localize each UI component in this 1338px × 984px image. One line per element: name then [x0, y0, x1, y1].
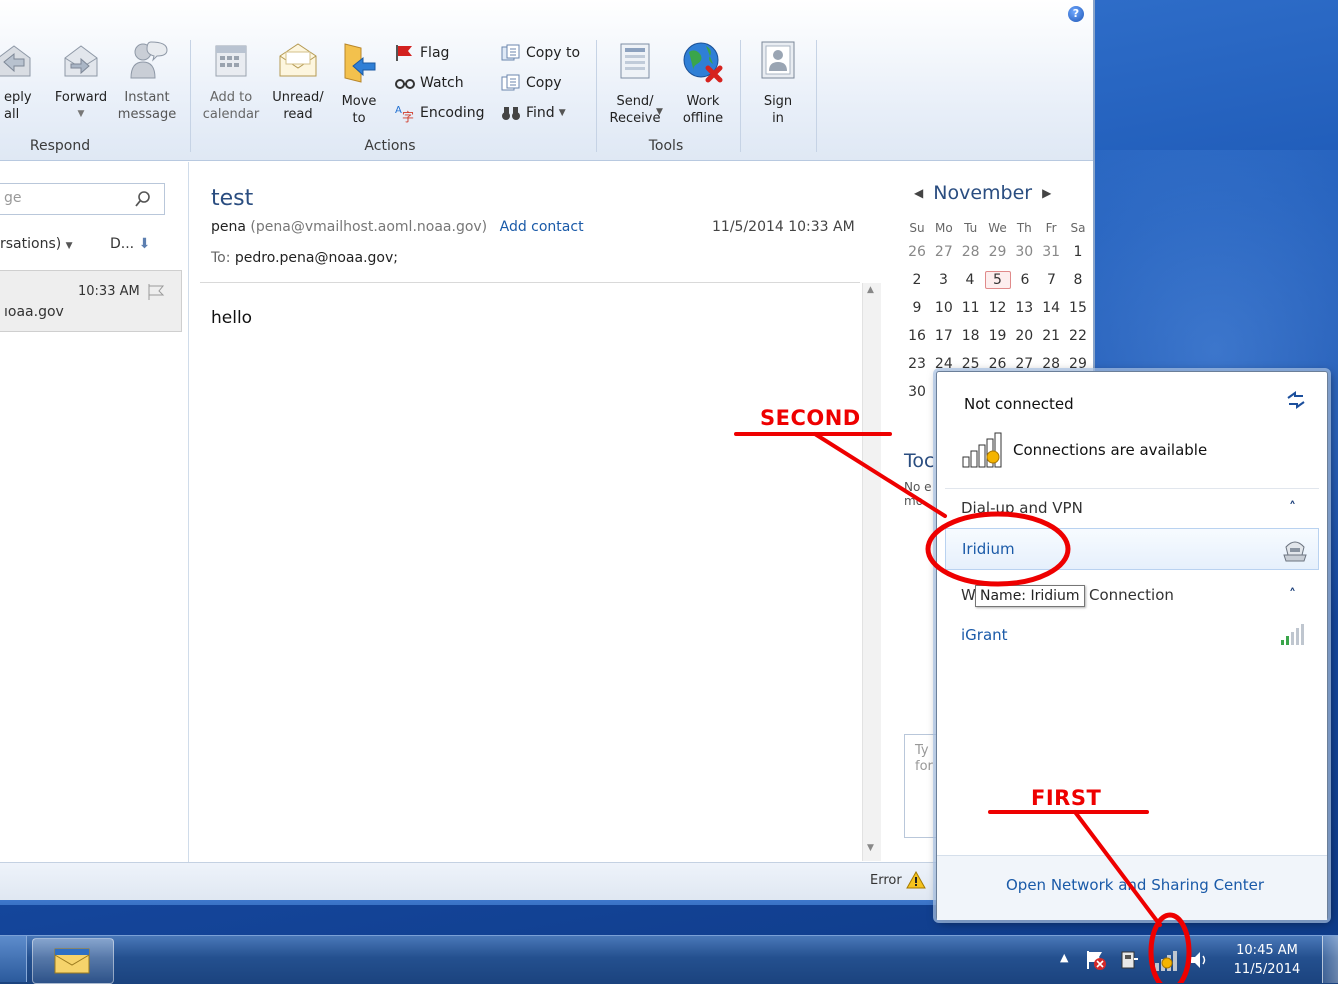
second-circle: [925, 511, 1071, 587]
first-annotation-label: FIRST: [1031, 786, 1102, 810]
annotation-overlay: [734, 432, 1192, 983]
first-circle: [1148, 912, 1192, 983]
second-annotation-label: SECOND: [760, 406, 861, 430]
second-pointer-line: [813, 432, 947, 518]
first-pointer-line: [1073, 810, 1162, 927]
